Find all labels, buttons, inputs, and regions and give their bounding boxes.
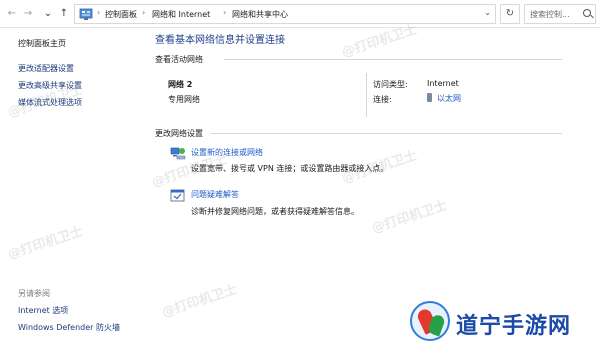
refresh-button[interactable]: ↻ <box>500 4 520 24</box>
search-placeholder: 搜索控制... <box>530 10 570 19</box>
back-button[interactable]: ← <box>6 7 18 21</box>
troubleshoot-icon <box>170 189 185 202</box>
watermark: @打印机卫士 <box>160 282 240 321</box>
see-also-internet-options[interactable]: Internet 选项 <box>18 305 68 316</box>
recent-locations-button[interactable]: ⌄ <box>42 7 54 21</box>
page-title: 查看基本网络信息并设置连接 <box>155 35 285 46</box>
sidebar-change-adapter-settings[interactable]: 更改适配器设置 <box>18 63 74 74</box>
network-setup-icon <box>170 147 186 160</box>
search-icon[interactable] <box>583 9 591 17</box>
breadcrumb-network-sharing-center[interactable]: 网络和共享中心 <box>232 9 288 20</box>
up-button[interactable]: ↑ <box>58 7 70 21</box>
logo-text: 道宁手游网 <box>456 314 572 339</box>
ethernet-icon <box>427 93 432 102</box>
watermark: @打印机卫士 <box>370 198 450 237</box>
troubleshoot-link[interactable]: 问题疑难解答 <box>191 189 239 200</box>
sidebar-home-link[interactable]: 控制面板主页 <box>18 38 66 49</box>
watermark: @打印机卫士 <box>6 224 86 263</box>
see-also-heading: 另请参阅 <box>18 289 50 298</box>
section-divider <box>211 133 562 134</box>
vertical-divider <box>366 73 367 117</box>
site-logo: 道宁手游网 <box>408 300 596 344</box>
access-type-value: Internet <box>427 79 459 88</box>
watermark: @打印机卫士 <box>150 152 230 191</box>
search-input[interactable]: 搜索控制... <box>524 4 596 24</box>
address-dropdown-button[interactable]: ⌄ <box>484 8 491 17</box>
breadcrumb-network-internet[interactable]: 网络和 Internet <box>152 9 210 20</box>
breadcrumb[interactable]: › 控制面板 › 网络和 Internet › 网络和共享中心 ⌄ <box>74 4 496 24</box>
ethernet-connection-link[interactable]: 以太网 <box>427 93 461 104</box>
logo-mark-icon <box>410 301 450 341</box>
network-category: 专用网络 <box>168 95 200 104</box>
control-panel-icon <box>79 8 93 20</box>
active-networks-heading: 查看活动网络 <box>155 55 203 64</box>
breadcrumb-separator: › <box>223 8 227 17</box>
ethernet-connection-label: 以太网 <box>437 94 461 103</box>
section-divider <box>224 59 562 60</box>
change-settings-heading: 更改网络设置 <box>155 129 203 138</box>
breadcrumb-control-panel[interactable]: 控制面板 <box>105 9 137 20</box>
breadcrumb-separator: › <box>97 8 101 17</box>
connections-label: 连接: <box>373 95 392 104</box>
watermark: @打印机卫士 <box>340 148 420 187</box>
network-name: 网络 2 <box>168 80 193 89</box>
troubleshoot-desc: 诊断并修复网络问题，或者获得疑难解答信息。 <box>191 207 359 216</box>
address-bar: ← → ⌄ ↑ › 控制面板 › 网络和 Internet › 网络和共享中心 … <box>0 0 600 28</box>
forward-button[interactable]: → <box>22 7 34 21</box>
see-also-defender-firewall[interactable]: Windows Defender 防火墙 <box>18 322 120 333</box>
breadcrumb-separator: › <box>142 8 146 17</box>
access-type-label: 访问类型: <box>373 80 408 89</box>
